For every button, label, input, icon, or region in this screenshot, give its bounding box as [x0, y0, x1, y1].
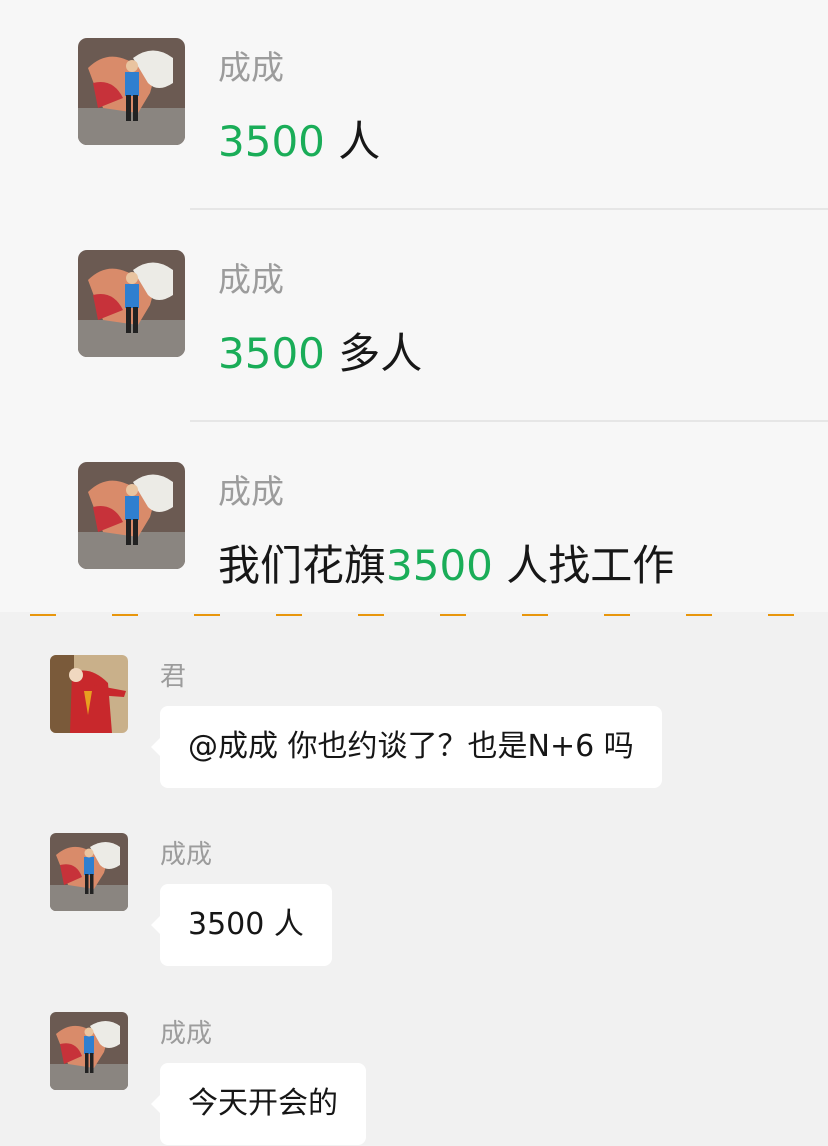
dashed-divider — [0, 614, 828, 616]
quoted-messages-panel: 成成 3500 人 成成 3500 多人 成成 我们花旗3500 人找工作 — [0, 0, 828, 612]
message-text: 3500 多人 — [218, 328, 422, 380]
avatar[interactable] — [78, 38, 185, 145]
message-text-part: 人找工作 — [492, 541, 675, 590]
message-text-part: 我们花旗 — [218, 541, 387, 590]
avatar[interactable] — [50, 1012, 128, 1090]
sender-name: 成成 — [218, 260, 284, 299]
message-bubble[interactable]: @成成 你也约谈了？也是N+6 吗 — [151, 706, 662, 788]
highlighted-number: 3500 — [218, 329, 325, 378]
sender-name: 成成 — [218, 472, 284, 511]
message-text: 3500 人 — [218, 116, 380, 168]
chat-message: 成成 今天开会的 — [0, 1012, 828, 1146]
avatar[interactable] — [50, 833, 128, 911]
quoted-message[interactable]: 成成 我们花旗3500 人找工作 — [0, 422, 828, 612]
avatar[interactable] — [78, 250, 185, 357]
chat-message: 成成 3500 人 — [0, 833, 828, 973]
message-bubble[interactable]: 3500 人 — [151, 884, 332, 966]
sender-name: 成成 — [160, 1019, 213, 1049]
quoted-message[interactable]: 成成 3500 多人 — [0, 210, 828, 422]
message-text-part: 多人 — [324, 329, 423, 378]
highlighted-number: 3500 — [386, 541, 493, 590]
chat-message: 君 @成成 你也约谈了？也是N+6 吗 — [0, 655, 828, 795]
highlighted-number: 3500 — [218, 117, 325, 166]
quoted-message[interactable]: 成成 3500 人 — [0, 0, 828, 210]
avatar[interactable] — [78, 462, 185, 569]
sender-name: 成成 — [218, 48, 284, 87]
message-text: 我们花旗3500 人找工作 — [218, 540, 674, 592]
avatar[interactable] — [50, 655, 128, 733]
sender-name: 君 — [160, 662, 187, 692]
message-bubble[interactable]: 今天开会的 — [151, 1063, 366, 1145]
sender-name: 成成 — [160, 840, 213, 870]
message-text-part: 人 — [324, 117, 381, 166]
